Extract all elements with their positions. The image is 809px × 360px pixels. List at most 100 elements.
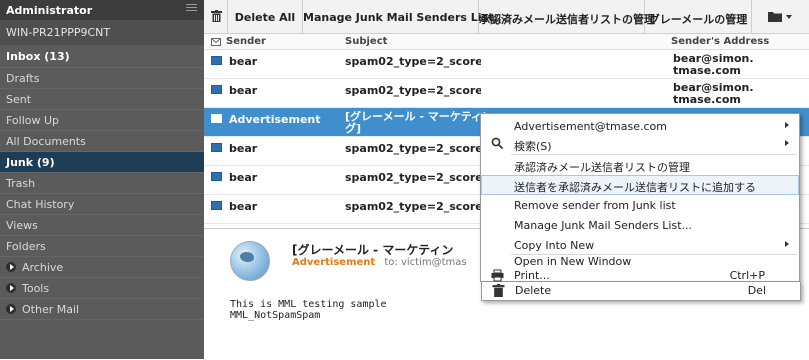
- sidebar-item-label: Chat History: [6, 198, 75, 211]
- sender-avatar-globe-icon: [230, 241, 270, 281]
- envelope-icon: [211, 172, 222, 181]
- row-sender: Advertisement: [229, 113, 321, 126]
- menu-item-remove-from-junk[interactable]: Remove sender from Junk list: [481, 195, 799, 215]
- sidebar-item-other-mail[interactable]: Other Mail: [0, 299, 204, 320]
- delete-button[interactable]: [204, 0, 228, 33]
- expand-arrow-icon[interactable]: [6, 304, 16, 314]
- menu-item-sender-address[interactable]: Advertisement@tmase.com: [481, 116, 799, 136]
- menu-item-shortcut: Del: [747, 284, 766, 297]
- account-name: Administrator: [6, 4, 93, 17]
- envelope-icon: [211, 85, 222, 94]
- sidebar-item-trash[interactable]: Trash: [0, 173, 204, 194]
- hamburger-menu-icon[interactable]: [186, 4, 197, 13]
- sidebar-item-sent[interactable]: Sent: [0, 89, 204, 110]
- menu-item-label: Delete: [515, 284, 552, 297]
- manage-junk-senders-label: Manage Junk Mail Senders List...: [303, 11, 506, 24]
- sidebar: Administrator WIN-PR21PPP9CNT Inbox (13)…: [0, 0, 204, 359]
- row-sender: bear: [229, 171, 258, 184]
- submenu-arrow-icon: [785, 140, 789, 146]
- sidebar-item-label: Sent: [6, 93, 32, 106]
- sidebar-item-label: Trash: [6, 177, 36, 190]
- printer-icon: [491, 269, 504, 282]
- move-to-folder-button[interactable]: [752, 0, 809, 33]
- delete-all-label: Delete All: [234, 11, 296, 24]
- column-header: Sender Subject Sender's Address: [204, 34, 809, 50]
- menu-item-label: Advertisement@tmase.com: [514, 120, 668, 133]
- menu-item-manage-junk-senders[interactable]: Manage Junk Mail Senders List...: [481, 215, 799, 235]
- menu-item-label: Manage Junk Mail Senders List...: [514, 219, 693, 232]
- menu-item-add-to-approved-senders[interactable]: 送信者を承認済みメール送信者リストに追加する: [481, 175, 799, 195]
- envelope-icon: [211, 56, 222, 65]
- menu-item-label: Remove sender from Junk list: [514, 199, 676, 212]
- toolbar: Delete All Manage Junk Mail Senders List…: [204, 0, 809, 34]
- menu-item-label: 検索(S): [514, 140, 552, 153]
- row-address: bear@simon. tmase.com: [673, 81, 754, 106]
- preview-body: This is MML testing sample MML_NotSpamSp…: [230, 299, 387, 321]
- expand-arrow-icon[interactable]: [6, 262, 16, 272]
- sidebar-item-label: Other Mail: [22, 303, 80, 316]
- menu-item-print[interactable]: Print... Ctrl+P: [481, 268, 799, 282]
- menu-item-shortcut: Ctrl+P: [729, 269, 765, 282]
- menu-item-manage-approved-senders[interactable]: 承認済みメール送信者リストの管理: [481, 155, 799, 175]
- envelope-icon: [211, 114, 222, 123]
- sidebar-item-label: Inbox (13): [6, 50, 70, 63]
- menu-item-search[interactable]: 検索(S): [481, 134, 799, 154]
- row-address: bear@simon. tmase.com: [673, 52, 754, 77]
- sidebar-item-follow-up[interactable]: Follow Up: [0, 110, 204, 131]
- table-row[interactable]: bear spam02_type=2_score=7.000_2 bear@si…: [204, 50, 809, 79]
- folder-icon: [768, 12, 782, 22]
- sidebar-item-label: All Documents: [6, 135, 86, 148]
- menu-item-delete[interactable]: Delete Del: [481, 282, 801, 301]
- sidebar-item-label: Views: [6, 219, 38, 232]
- column-sender-address[interactable]: Sender's Address: [671, 36, 769, 47]
- menu-item-label: Open in New Window: [514, 255, 632, 268]
- column-subject[interactable]: Subject: [345, 36, 387, 47]
- sidebar-item-drafts[interactable]: Drafts: [0, 68, 204, 89]
- expand-arrow-icon[interactable]: [6, 283, 16, 293]
- sidebar-item-tools[interactable]: Tools: [0, 278, 204, 299]
- preview-recipient: to: victim@tmas: [384, 257, 467, 268]
- menu-item-label: 送信者を承認済みメール送信者リストに追加する: [514, 181, 756, 194]
- menu-item-label: 承認済みメール送信者リストの管理: [514, 161, 690, 174]
- server-name-bar: WIN-PR21PPP9CNT: [0, 20, 204, 45]
- row-sender: bear: [229, 142, 258, 155]
- row-subject: spam02_type=2_score=7.000_2: [345, 171, 481, 184]
- preview-sender[interactable]: Advertisement: [292, 257, 375, 268]
- row-subject: spam02_type=2_score=7.000_2: [345, 200, 481, 213]
- context-menu: Advertisement@tmase.com 検索(S) 承認済みメール送信者…: [480, 113, 800, 282]
- manage-junk-senders-button[interactable]: Manage Junk Mail Senders List...: [303, 0, 506, 33]
- manage-approved-senders-button[interactable]: 承認済みメール送信者リストの管理: [479, 0, 655, 33]
- search-icon: [491, 137, 504, 150]
- row-subject: spam02_type=2_score=7.000_2: [345, 84, 481, 97]
- envelope-icon: [211, 143, 222, 152]
- sidebar-item-label: Follow Up: [6, 114, 60, 127]
- sidebar-item-all-documents[interactable]: All Documents: [0, 131, 204, 152]
- chevron-down-icon: [786, 15, 792, 19]
- table-row[interactable]: bear spam02_type=2_score=7.000_2 bear@si…: [204, 79, 809, 108]
- envelope-icon: [211, 201, 222, 210]
- sidebar-item-chat-history[interactable]: Chat History: [0, 194, 204, 215]
- sidebar-item-archive[interactable]: Archive: [0, 257, 204, 278]
- preview-from-line: Advertisement to: victim@tmas: [292, 257, 467, 268]
- sidebar-item-label: Archive: [22, 261, 64, 274]
- sidebar-item-inbox[interactable]: Inbox (13): [0, 45, 204, 68]
- menu-item-label: Print...: [514, 269, 550, 282]
- row-subject: spam02_type=2_score=7.000_2: [345, 55, 481, 68]
- submenu-arrow-icon: [785, 122, 789, 128]
- manage-approved-senders-label: 承認済みメール送信者リストの管理: [479, 13, 655, 26]
- row-sender: bear: [229, 200, 258, 213]
- manage-greymail-label: グレーメールの管理: [648, 13, 748, 26]
- sidebar-item-label: Junk (9): [6, 156, 55, 169]
- manage-greymail-button[interactable]: グレーメールの管理: [645, 0, 752, 33]
- envelope-icon: [211, 38, 221, 46]
- sidebar-header: Administrator: [0, 0, 204, 20]
- menu-item-label: Copy Into New: [514, 239, 595, 252]
- row-sender: bear: [229, 84, 258, 97]
- menu-item-copy-into-new[interactable]: Copy Into New: [481, 235, 799, 254]
- delete-all-button[interactable]: Delete All: [228, 0, 303, 33]
- column-sender[interactable]: Sender: [226, 36, 266, 47]
- sidebar-item-junk[interactable]: Junk (9): [0, 152, 204, 173]
- sidebar-item-views[interactable]: Views: [0, 215, 204, 236]
- sidebar-item-folders[interactable]: Folders: [0, 236, 204, 257]
- menu-item-open-in-new-window[interactable]: Open in New Window: [481, 255, 799, 268]
